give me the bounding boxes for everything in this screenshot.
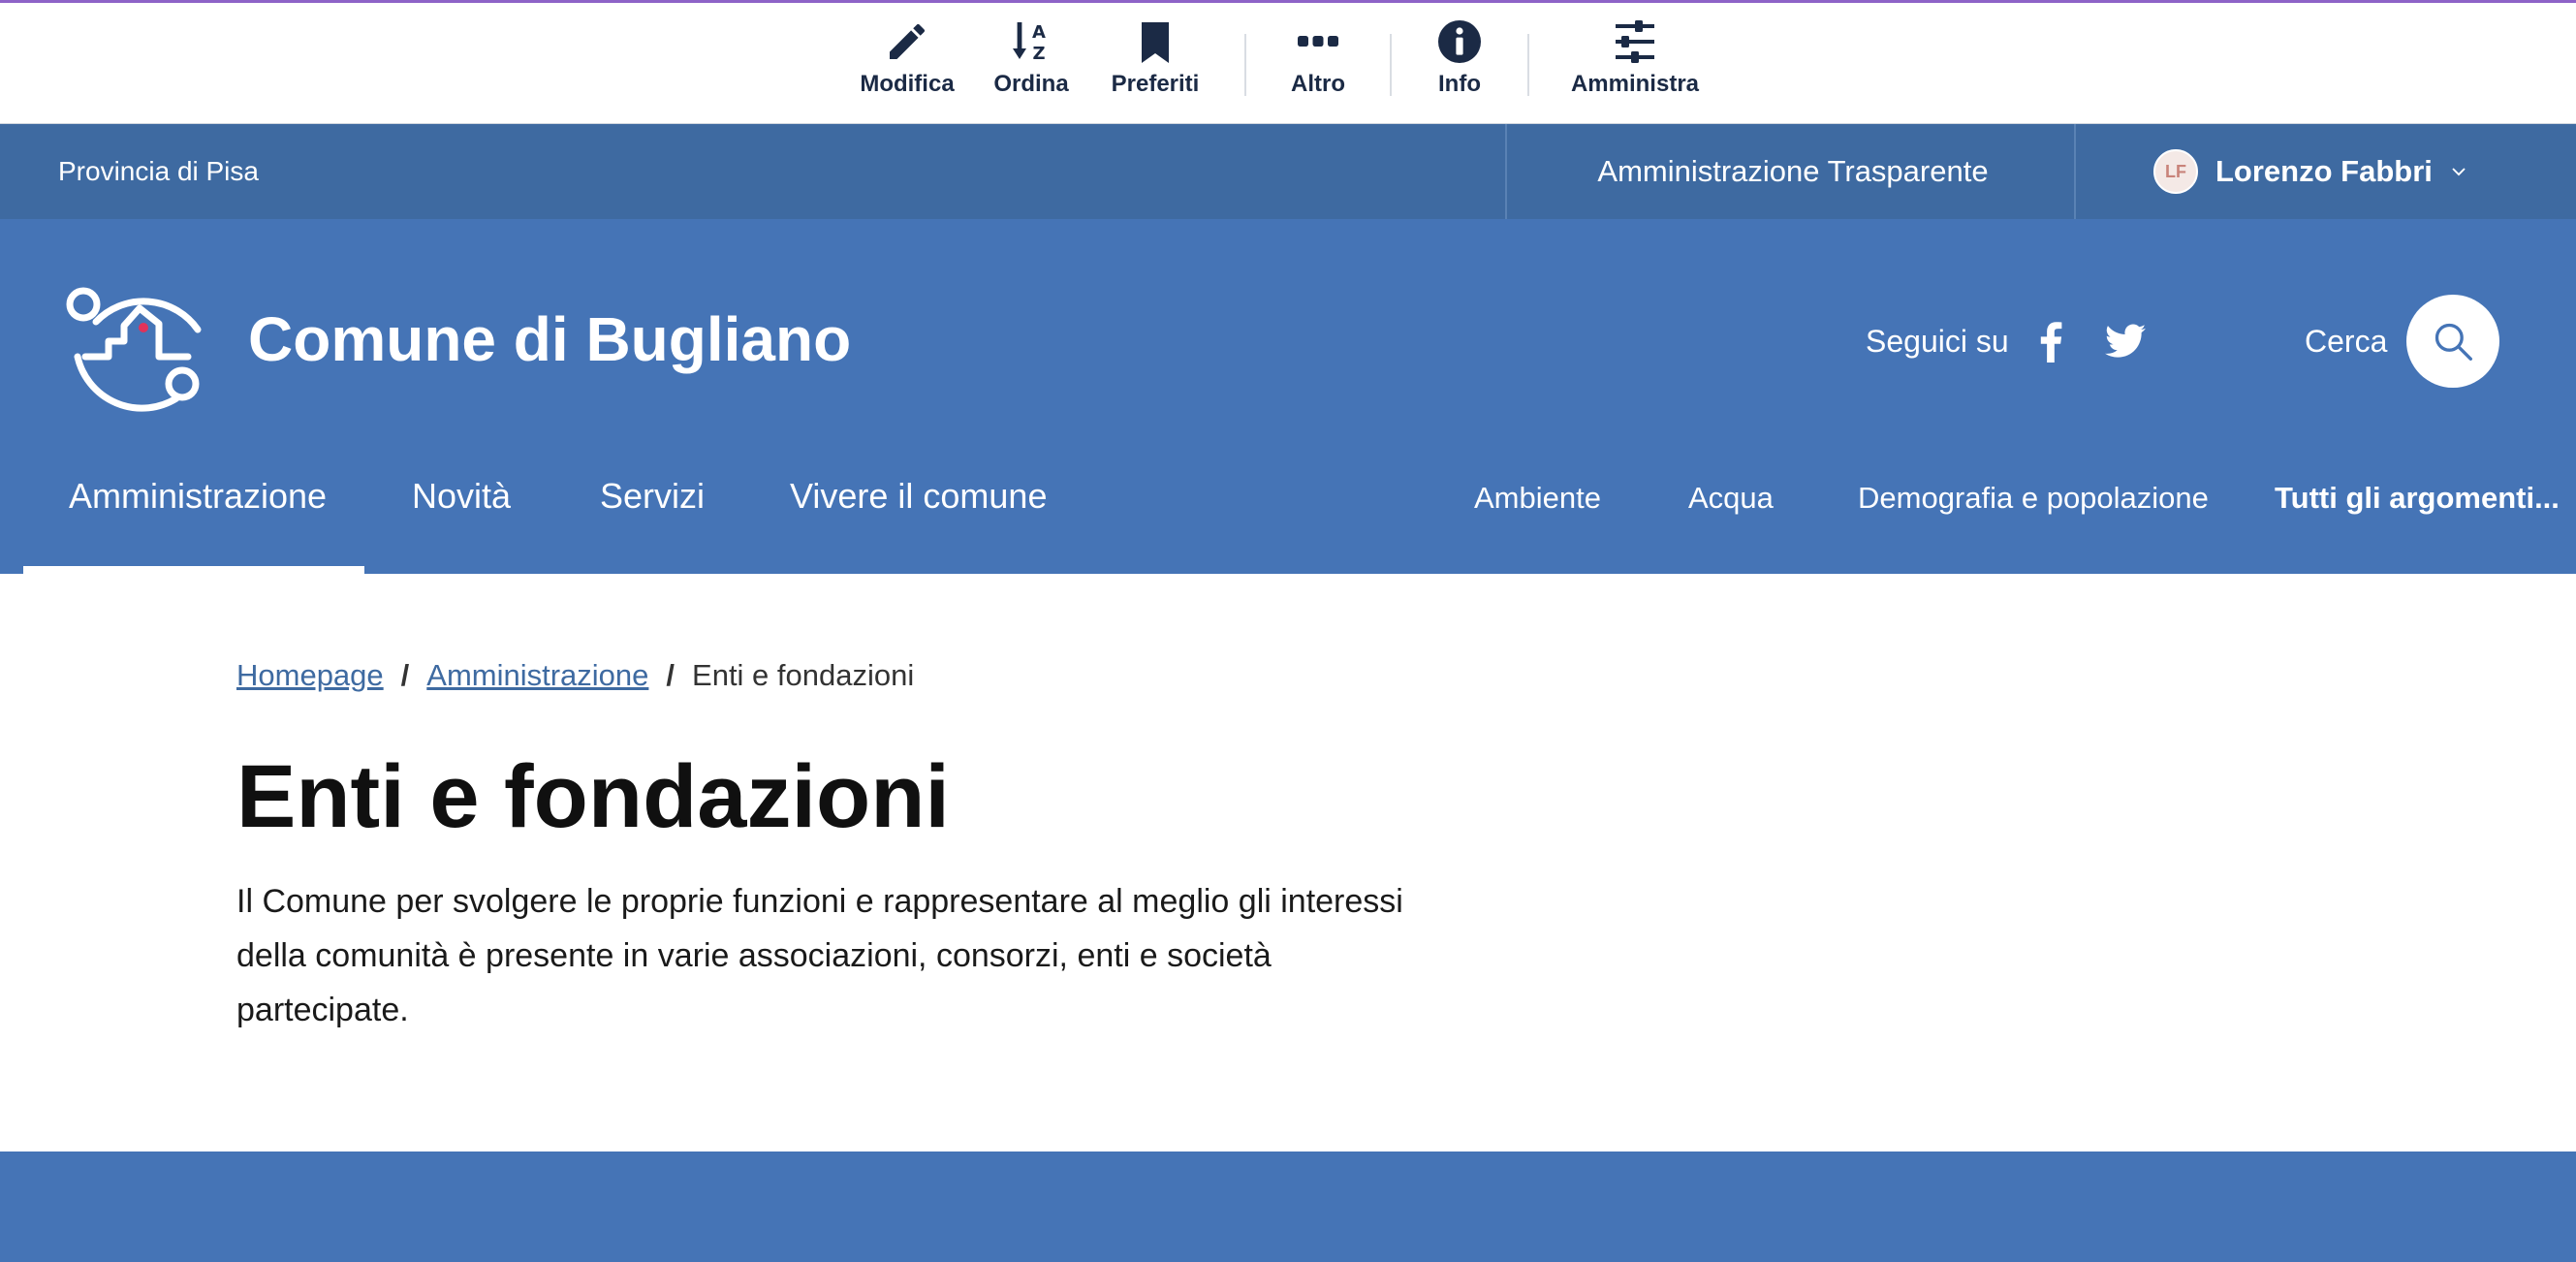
section-band xyxy=(0,1152,2576,1262)
breadcrumb-separator: / xyxy=(666,658,675,692)
search-icon xyxy=(2435,323,2472,361)
facebook-icon[interactable] xyxy=(2033,320,2066,363)
toolbar-altro-button[interactable]: Altro xyxy=(1272,18,1365,111)
nav-item-vivere-il-comune[interactable]: Vivere il comune xyxy=(790,473,1047,520)
twitter-icon[interactable] xyxy=(2105,322,2146,361)
topic-ambiente[interactable]: Ambiente xyxy=(1474,477,1601,520)
info-icon xyxy=(1438,20,1481,63)
toolbar-amministra-button[interactable]: Amministra xyxy=(1566,18,1704,111)
topic-demografia[interactable]: Demografia e popolazione xyxy=(1858,477,2209,520)
chevron-down-icon xyxy=(2452,168,2466,176)
toolbar-divider xyxy=(1244,34,1246,96)
user-menu[interactable]: LF Lorenzo Fabbri xyxy=(2153,124,2467,219)
nav-active-indicator xyxy=(23,566,364,574)
toolbar-divider xyxy=(1527,34,1529,96)
admin-toolbar: Modifica A Z Ordina Preferiti Altro Info… xyxy=(0,0,2576,124)
page-title: Enti e fondazioni xyxy=(236,747,950,846)
topic-all-link[interactable]: Tutti gli argomenti... xyxy=(2275,477,2560,520)
toolbar-label: Ordina xyxy=(993,71,1069,97)
slim-header: Provincia di Pisa Amministrazione Traspa… xyxy=(0,124,2576,219)
pencil-icon xyxy=(890,24,925,59)
breadcrumb-separator: / xyxy=(400,658,410,692)
toolbar-ordina-button[interactable]: A Z Ordina xyxy=(985,18,1078,111)
page-lead: Il Comune per svolgere le proprie funzio… xyxy=(236,883,1403,1028)
breadcrumb-current: Enti e fondazioni xyxy=(692,658,915,692)
search-label: Cerca xyxy=(2305,324,2388,359)
nav-item-novita[interactable]: Novità xyxy=(412,473,511,520)
transparency-link[interactable]: Amministrazione Trasparente xyxy=(1507,124,2079,219)
toolbar-info-button[interactable]: Info xyxy=(1413,18,1506,111)
breadcrumb-homepage[interactable]: Homepage xyxy=(236,658,384,692)
more-dots-icon xyxy=(1298,36,1338,47)
breadcrumb: Homepage / Amministrazione / Enti e fondazio… xyxy=(236,655,914,696)
toolbar-label: Amministra xyxy=(1570,71,1700,97)
nav-item-amministrazione[interactable]: Amministrazione xyxy=(69,473,327,520)
site-brand[interactable]: Comune di Bugliano xyxy=(248,299,851,380)
toolbar-label: Altro xyxy=(1291,71,1345,97)
svg-text:Z: Z xyxy=(1032,44,1045,64)
topic-acqua[interactable]: Acqua xyxy=(1688,477,1774,520)
toolbar-divider xyxy=(1390,34,1392,96)
municipality-logo-icon[interactable] xyxy=(64,269,209,415)
breadcrumb-amministrazione[interactable]: Amministrazione xyxy=(426,658,648,692)
svg-text:A: A xyxy=(1032,22,1046,43)
center-header: Comune di Bugliano Seguici su Cerca Ammi… xyxy=(0,219,2576,574)
sliders-icon xyxy=(1616,20,1654,63)
slim-divider xyxy=(2074,124,2076,219)
toolbar-label: Modifica xyxy=(860,71,955,97)
toolbar-preferiti-button[interactable]: Preferiti xyxy=(1107,18,1204,111)
search-button[interactable] xyxy=(2406,295,2499,388)
region-link[interactable]: Provincia di Pisa xyxy=(58,124,259,219)
nav-item-servizi[interactable]: Servizi xyxy=(600,473,705,520)
user-name: Lorenzo Fabbri xyxy=(2215,154,2433,188)
bookmark-icon xyxy=(1142,22,1169,63)
toolbar-modifica-button[interactable]: Modifica xyxy=(860,18,955,111)
toolbar-label: Info xyxy=(1438,71,1481,97)
follow-label: Seguici su xyxy=(1866,324,2009,359)
sort-az-icon: A Z xyxy=(1013,22,1046,64)
avatar: LF xyxy=(2153,149,2198,194)
toolbar-label: Preferiti xyxy=(1111,71,1200,97)
